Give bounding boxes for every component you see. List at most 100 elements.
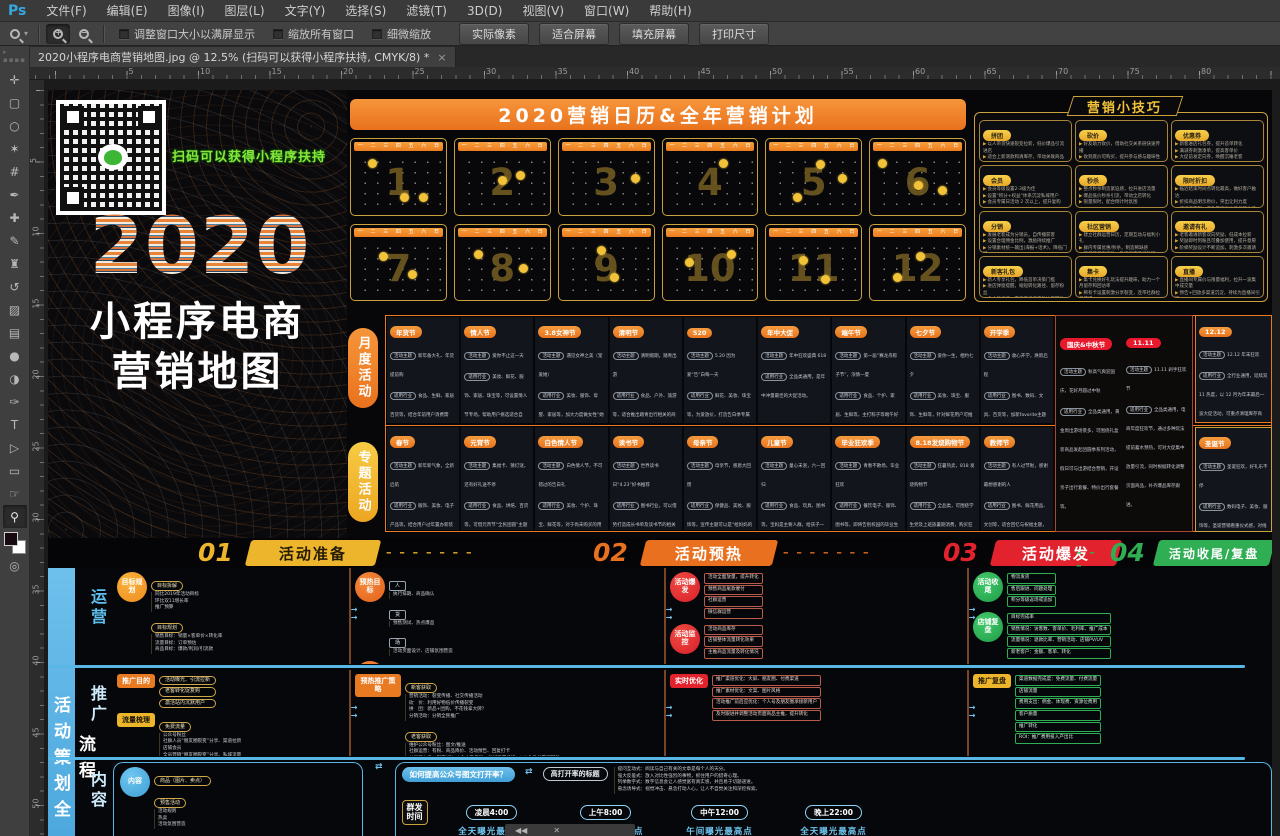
marquee-tool[interactable]: ▢ (3, 91, 27, 114)
tip-card-line: ▶个人号承接，方便后续二次触达和转化 (983, 297, 1068, 298)
special-card: 教师节活动主题有人过节啦，感谢最想感谢的人适用行业图书、鲜花用品、文创等，适合回… (981, 427, 1053, 530)
close-icon[interactable]: ✕ (553, 826, 560, 835)
theme-tag: 活动主题 (464, 352, 490, 360)
clone-stamp-tool[interactable]: ♜ (3, 252, 27, 275)
crop-tool[interactable]: # (3, 160, 27, 183)
weekday-label: 日 (953, 144, 958, 149)
poster-title-line1: 小程序电商 (48, 302, 347, 342)
weekday-label: 三 (487, 144, 492, 149)
hand-tool[interactable]: ☞ (3, 482, 27, 505)
checkbox-icon[interactable] (119, 29, 129, 39)
option-checkbox-3[interactable]: 细微缩放 (372, 26, 431, 42)
calendar-highlight-date (914, 181, 923, 190)
checkbox-label: 调整窗口大小以满屏显示 (134, 26, 255, 42)
mindmap-groups: 活动商品库存店铺整体流量转化效果主推商品流量及转化情况 (704, 624, 763, 661)
weekday-label: 二 (474, 144, 479, 149)
eraser-tool[interactable]: ▨ (3, 298, 27, 321)
menu-item-7[interactable]: 滤镜(T) (396, 2, 457, 19)
gradient-tool[interactable]: ▤ (3, 321, 27, 344)
rewind-icon[interactable]: ◀◀ (515, 826, 527, 835)
tool-preset-chevron-icon[interactable]: ▾ (24, 29, 28, 38)
mindmap-root: 流量梳理 (117, 713, 155, 727)
monthly-card: 520活动主题5.20 因为爱“告”白每一天适用行业鲜花、美妆、珠宝等，为爱放价… (684, 317, 756, 423)
tip-card-line: ▶奖励即时到账且可叠加使用，提升意愿 (1175, 239, 1260, 246)
zoom-in-button[interactable]: + (46, 24, 70, 44)
row-divider (48, 757, 1245, 760)
industry-tag: 适用行业 (464, 373, 490, 381)
poster-left-panel: 扫码可以获得小程序扶持 2020 小程序电商 营销地图 (48, 90, 347, 548)
menu-item-5[interactable]: 文字(Y) (275, 2, 336, 19)
quick-mask-button[interactable]: ◎ (3, 554, 27, 577)
color-swatches[interactable] (4, 532, 26, 554)
zoom-tool-icon[interactable] (10, 29, 20, 39)
shape-tool[interactable]: ▭ (3, 459, 27, 482)
zoom-tool[interactable]: ⚲ (3, 505, 27, 528)
calendar-month-2: 一二三四五六日2 (454, 138, 551, 216)
send-time-label: 群发时间 (402, 800, 428, 825)
menu-item-8[interactable]: 3D(D) (457, 4, 512, 18)
dodge-tool[interactable]: ◑ (3, 367, 27, 390)
option-button-4[interactable]: 打印尺寸 (699, 23, 769, 45)
option-checkbox-1[interactable]: 调整窗口大小以满屏显示 (119, 26, 255, 42)
monthly-card: 情人节活动主题爱你不止这一天适用行业美妆、鲜花、服饰、家居、珠宝等，可设置情人节… (461, 317, 533, 423)
foreground-color-swatch[interactable] (4, 532, 18, 546)
document-tab-title: 2020小程序电商营销地图.jpg @ 12.5% (扫码可以获得小程序扶持, … (38, 49, 429, 65)
option-checkbox-2[interactable]: 缩放所有窗口 (273, 26, 354, 42)
activity-industry: 适用行业全品类通用，是年中冲量最佳的大促活动。 (761, 363, 827, 401)
theme-tag: 活动主题 (687, 352, 713, 360)
menu-item-2[interactable]: 编辑(E) (97, 2, 158, 19)
tab-close-icon[interactable]: × (437, 51, 446, 64)
checkbox-icon[interactable] (273, 29, 283, 39)
activity-industry: 适用行业图书、数码、文具、百货等，加新favorite主题做开学季，囤货正当时机… (984, 382, 1050, 423)
pen-tool[interactable]: ✑ (3, 390, 27, 413)
document-tab[interactable]: 2020小程序电商营销地图.jpg @ 12.5% (扫码可以获得小程序扶持, … (30, 47, 456, 67)
industry-tag: 适用行业 (835, 392, 861, 400)
type-tool[interactable]: T (3, 413, 27, 436)
horizontal-ruler[interactable]: 5101520253035404550556065707580 (30, 67, 1280, 80)
path-selection-tool[interactable]: ▷ (3, 436, 27, 459)
blur-tool[interactable]: ● (3, 344, 27, 367)
mindmap-leaf: 微信群运营 (704, 608, 763, 619)
brush-tool[interactable]: ✎ (3, 229, 27, 252)
healing-brush-tool[interactable]: ✚ (3, 206, 27, 229)
weekday-label: 五 (720, 144, 725, 149)
activity-card-title: 母亲节 (687, 436, 719, 448)
mindmap-branch-label: 场 (389, 638, 406, 648)
bullet-icon: ▶ (1175, 278, 1178, 283)
activity-card-title: 3.8女神节 (538, 326, 581, 338)
mindmap-items: 销售目标：销量×客单价×转化率流量目标：订单预估商品目标：爆款/利润/引流款 (151, 634, 222, 654)
weekday-label: 四 (500, 230, 505, 235)
tip-card-line: ▶限量限时，配合倒计时氛围 (1079, 200, 1164, 207)
menu-item-11[interactable]: 帮助(H) (639, 2, 701, 19)
mindmap-block: 店铺复盘目标完成率销售情况：访客数、客单价、毛利率、推广成本流量情况：退款比率、… (973, 612, 1268, 661)
vertical-ruler[interactable]: 5101520253035404550 (30, 80, 45, 836)
menu-item-9[interactable]: 视图(V) (512, 2, 574, 19)
checkbox-icon[interactable] (372, 29, 382, 39)
menu-item-3[interactable]: 图像(I) (158, 2, 215, 19)
calendar-weekday-header: 一二三四五六日 (769, 142, 858, 151)
document-canvas[interactable]: 扫码可以获得小程序扶持 2020 小程序电商 营销地图 2020营销日历&全年营… (45, 80, 1280, 836)
menu-item-4[interactable]: 图层(L) (215, 2, 275, 19)
tools-panel-grip[interactable]: ▸▪▪▪▪ (3, 48, 26, 64)
menu-item-1[interactable]: 文件(F) (36, 2, 96, 19)
option-button-1[interactable]: 实际像素 (459, 23, 529, 45)
lasso-tool[interactable]: ○ (3, 114, 27, 137)
move-tool[interactable]: ✛ (3, 68, 27, 91)
special-activity-cards: 春节活动主题新年新气象，全新启航适用行业服饰、美妆、电子产品等，结合用户过年置办… (387, 427, 1053, 530)
mindmap-items: 物流发货售后跟进、问题处理积分等级返场或追加 (1007, 573, 1056, 607)
row-divider (48, 665, 1245, 668)
mindmap-leaf: 费用支出：佣金、体现费、资源位费用 (1015, 698, 1101, 709)
bullet-icon: ▶ (983, 284, 986, 289)
special-activity-label: 专题活动 (348, 442, 378, 522)
option-button-2[interactable]: 适合屏幕 (539, 23, 609, 45)
eyedropper-tool[interactable]: ✒ (3, 183, 27, 206)
option-button-3[interactable]: 填充屏幕 (619, 23, 689, 45)
monthly-card: 年货节活动主题新年备大礼、年货提前购适用行业食品、生鲜、家居百货等，结合年前用户… (387, 317, 459, 423)
activity-theme: 活动主题11.11 剁手狂欢节 (1126, 356, 1188, 394)
taskbar-fragment[interactable]: ◀◀ ✕ (505, 824, 635, 836)
menu-item-6[interactable]: 选择(S) (335, 2, 396, 19)
history-brush-tool[interactable]: ↺ (3, 275, 27, 298)
zoom-out-button[interactable]: − (72, 24, 96, 44)
menu-item-10[interactable]: 窗口(W) (574, 2, 639, 19)
magic-wand-tool[interactable]: ✶ (3, 137, 27, 160)
